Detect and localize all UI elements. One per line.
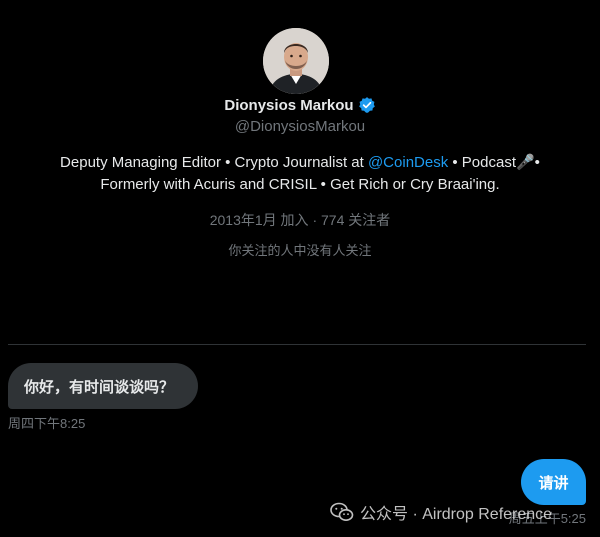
verified-badge-icon xyxy=(358,96,376,114)
bio-text-end: • Podcast🎤• xyxy=(448,154,540,171)
bio-text-start: Deputy Managing Editor • Crypto Journali… xyxy=(60,154,368,171)
username-handle: @DionysiosMarkou xyxy=(234,118,366,135)
watermark-text: 公众号 · Airdrop Reference xyxy=(360,506,553,523)
outgoing-message-bubble[interactable]: 请讲 xyxy=(521,459,586,505)
bio-line-1: Deputy Managing Editor • Crypto Journali… xyxy=(20,152,580,174)
profile-header: Dionysios Markou @DionysiosMarkou Deputy… xyxy=(0,0,600,344)
bio-line-2: Formerly with Acuris and CRISIL • Get Ri… xyxy=(100,176,500,193)
incoming-message-bubble[interactable]: 你好，有时间谈谈吗？ xyxy=(8,363,199,409)
watermark: 公众号 · Airdrop Reference xyxy=(330,500,552,524)
incoming-message-time: 周四下午8:25 xyxy=(8,416,86,431)
divider xyxy=(8,344,586,345)
profile-meta: 2013年1月 加入 · 774 关注者 xyxy=(0,210,600,230)
joined-date: 2013年1月 加入 xyxy=(209,212,309,228)
avatar[interactable] xyxy=(263,28,329,94)
meta-separator: · xyxy=(308,212,322,228)
followers-count[interactable]: 774 关注者 xyxy=(321,212,390,228)
followers-you-know: 你关注的人中没有人关注 xyxy=(228,243,372,258)
mention-link[interactable]: @CoinDesk xyxy=(368,154,448,171)
profile-bio: Deputy Managing Editor • Crypto Journali… xyxy=(20,152,580,196)
display-name[interactable]: Dionysios Markou xyxy=(224,97,353,114)
wechat-icon xyxy=(330,502,354,522)
name-row: Dionysios Markou xyxy=(0,94,600,116)
